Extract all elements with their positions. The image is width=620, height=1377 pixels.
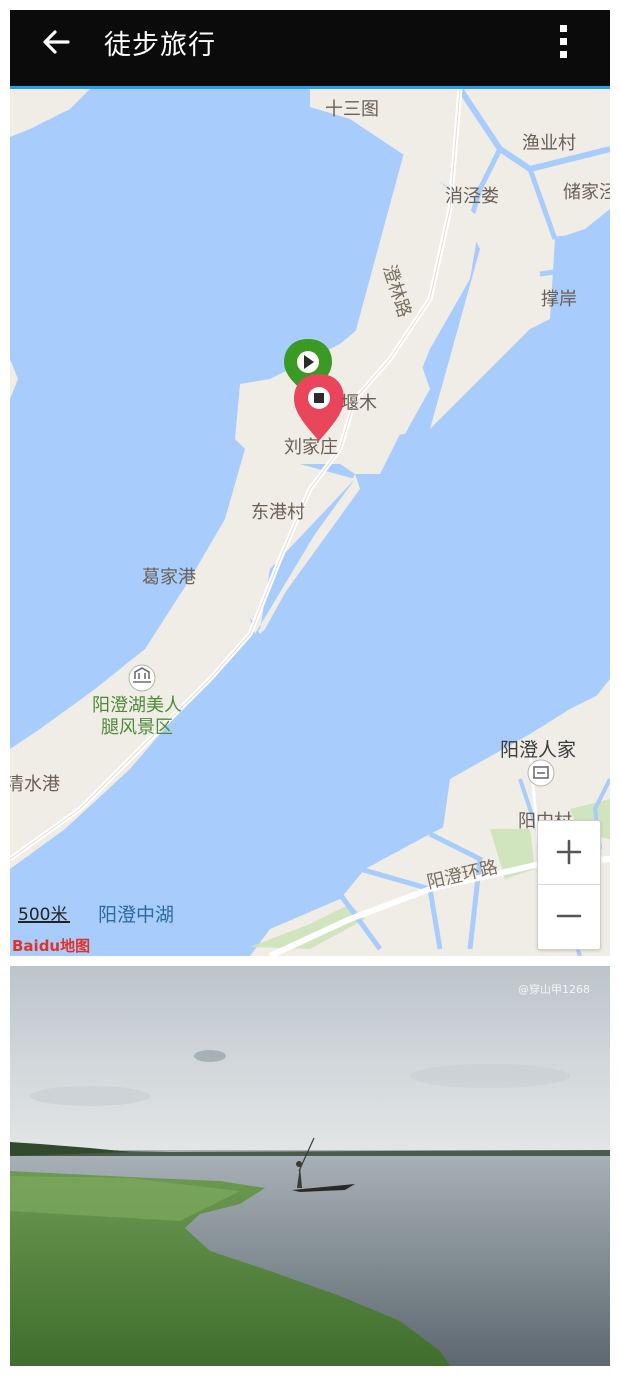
- scenic-spot-icon: [128, 664, 156, 692]
- minus-icon: [556, 914, 582, 918]
- route-map[interactable]: 十三图 渔业村 消泾娄 储家泾 澄林路 撑岸 堰木 刘家庄 东港村 葛家港 阳澄…: [10, 89, 610, 956]
- map-label-chujia: 储家泾: [563, 182, 610, 203]
- back-button[interactable]: [38, 24, 74, 60]
- map-label-donggangcun: 东港村: [251, 502, 305, 523]
- map-label-xiaojinglou: 消泾娄: [445, 186, 499, 207]
- more-vertical-icon: [560, 25, 567, 58]
- lake-photo: @穿山甲1268: [10, 966, 610, 1366]
- map-label-shisantu: 十三图: [325, 99, 379, 120]
- zoom-controls: [537, 820, 601, 950]
- app-bar: 徒步旅行: [10, 10, 610, 86]
- zoom-in-button[interactable]: [538, 821, 600, 885]
- map-label-lake: 阳澄中湖: [98, 904, 175, 926]
- map-label-qingshuigang: 清水港: [10, 774, 60, 795]
- village-poi-icon: [527, 759, 555, 787]
- photo-watermark: @穿山甲1268: [518, 983, 590, 996]
- map-label-gejiagang: 葛家港: [142, 567, 196, 588]
- map-label-yuyecun: 渔业村: [522, 133, 576, 154]
- arrow-left-icon: [43, 30, 70, 54]
- more-menu-button[interactable]: [552, 20, 576, 64]
- lake-photo-image: [10, 966, 610, 1366]
- map-scale-bar: [18, 921, 70, 923]
- map-label-liujiazhuang: 刘家庄: [284, 437, 338, 458]
- map-label-scenic-area: 阳澄湖美人 腿风景区: [92, 695, 182, 738]
- map-label-yanmu: 堰木: [341, 393, 377, 414]
- plus-icon: [556, 839, 582, 865]
- page-title: 徒步旅行: [104, 30, 216, 61]
- zoom-out-button[interactable]: [538, 885, 600, 948]
- baidu-map-logo: Baidu地图: [12, 937, 91, 955]
- map-label-chengan: 撑岸: [541, 289, 577, 310]
- map-label-yangchengrenjia: 阳澄人家: [500, 739, 577, 761]
